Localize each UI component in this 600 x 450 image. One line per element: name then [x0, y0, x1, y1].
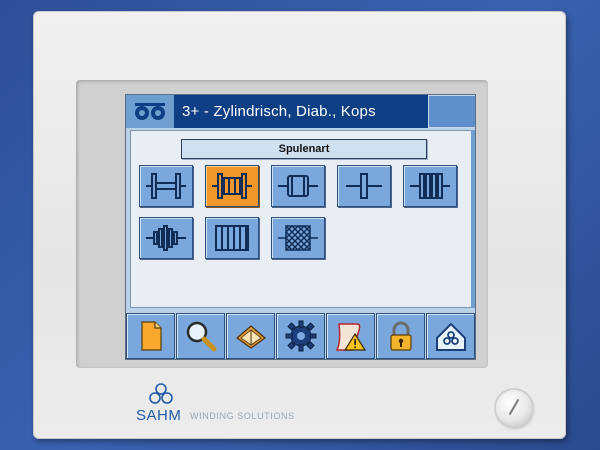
cylindrical-spool-icon [146, 173, 186, 199]
control-knob[interactable] [496, 390, 532, 426]
spool-type-button-4[interactable] [337, 165, 391, 207]
alarm-log-button[interactable] [326, 313, 375, 359]
touch-screen: 3+ - Zylindrisch, Diab., Kops Spulenart [125, 94, 476, 360]
document-icon [140, 321, 162, 351]
settings-gear-icon [285, 320, 316, 352]
spool-selection-panel: Spulenart [130, 130, 472, 308]
manual-button[interactable] [226, 313, 275, 359]
manual-book-icon [235, 325, 266, 349]
new-document-button[interactable] [126, 313, 175, 359]
settings-button[interactable] [276, 313, 325, 359]
brand-area: SAHM WINDING SOLUTIONS [130, 378, 300, 428]
bobbin-spool-icon [278, 175, 318, 197]
bottom-toolbar [126, 313, 475, 359]
lock-button[interactable] [376, 313, 425, 359]
brand-tagline: WINDING SOLUTIONS [190, 411, 295, 421]
wire-reel-spool-icon [215, 225, 249, 251]
cylindrical-disc-spool-icon [212, 173, 252, 199]
spool-title: 3+ - Zylindrisch, Diab., Kops [182, 103, 376, 120]
stepped-spool-icon [146, 225, 186, 251]
title-side-button[interactable] [428, 95, 475, 128]
sahm-logo-icon [149, 383, 173, 404]
magnifier-search-icon [186, 321, 216, 352]
multi-disc-spool-icon [410, 173, 450, 199]
search-button[interactable] [176, 313, 225, 359]
title-bar: 3+ - Zylindrisch, Diab., Kops [126, 95, 475, 128]
brand-name: SAHM [136, 407, 182, 424]
spool-type-button-5[interactable] [403, 165, 457, 207]
spool-type-button-1[interactable] [139, 165, 193, 207]
home-icon [435, 322, 466, 351]
warning-scroll-icon [335, 323, 366, 351]
spool-type-button-2[interactable] [205, 165, 259, 207]
home-button[interactable] [426, 313, 475, 359]
spool-type-button-6[interactable] [139, 217, 193, 259]
crosswound-package-icon [278, 225, 318, 251]
spool-type-button-7[interactable] [205, 217, 259, 259]
cross-shaft-icon [346, 173, 382, 199]
winding-machine-icon [134, 101, 166, 122]
section-label: Spulenart [181, 139, 427, 159]
spool-type-button-8[interactable] [271, 217, 325, 259]
spool-type-button-3[interactable] [271, 165, 325, 207]
padlock-icon [389, 321, 412, 351]
machine-logo-cell[interactable] [126, 95, 176, 128]
scrollbar[interactable] [471, 130, 475, 308]
